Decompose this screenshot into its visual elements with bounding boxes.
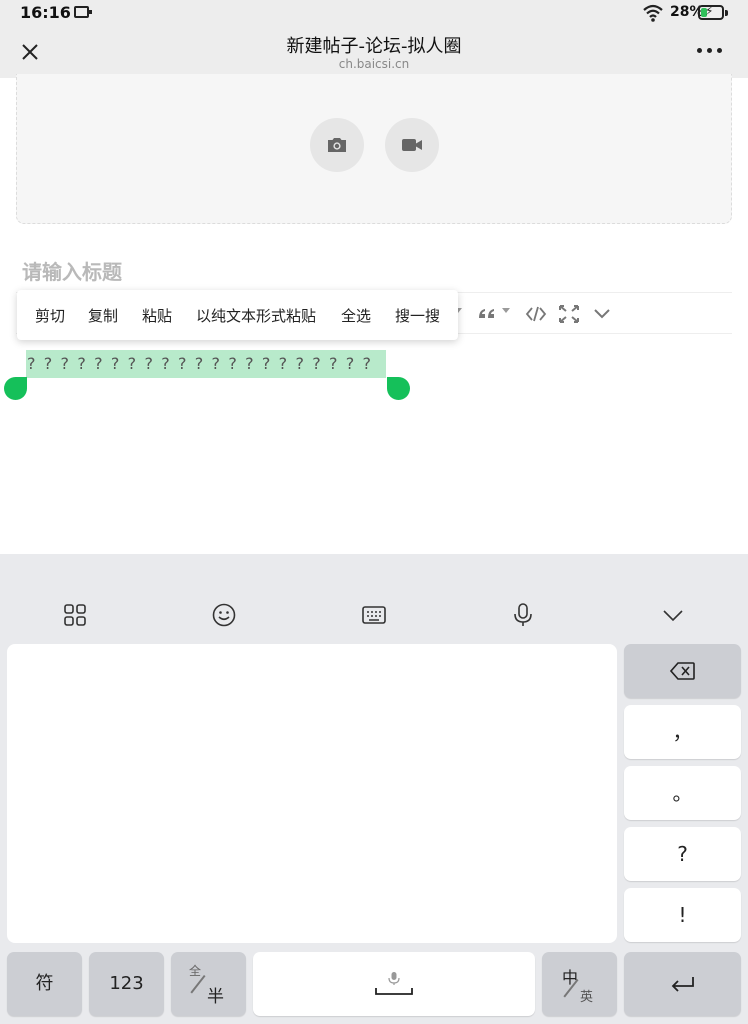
menu-item-cut[interactable]: 剪切: [35, 305, 65, 326]
camera-icon: [328, 138, 346, 152]
emoji-icon[interactable]: [211, 602, 237, 628]
chevron-down-icon[interactable]: [660, 602, 686, 628]
backspace-key[interactable]: [624, 644, 741, 698]
more-icon[interactable]: [697, 48, 723, 56]
grid-icon[interactable]: [62, 602, 88, 628]
menu-item-paste[interactable]: 粘贴: [142, 305, 172, 326]
wifi-icon: [643, 4, 663, 22]
chinese-label: 中: [562, 968, 579, 987]
dropdown-caret-icon[interactable]: [502, 308, 510, 313]
backspace-icon: [670, 662, 695, 680]
page-title: 新建帖子-论坛-拟人圈: [286, 36, 462, 57]
menu-item-paste-plain[interactable]: 以纯文本形式粘贴: [196, 305, 316, 326]
battery-cap: [725, 10, 728, 16]
enter-key[interactable]: [624, 952, 741, 1016]
selected-text[interactable]: ? ? ? ? ? ? ? ? ? ? ? ? ? ? ? ? ? ? ? ? …: [26, 350, 386, 378]
full-width-label: 全: [189, 964, 202, 978]
charging-icon: ⚡: [705, 5, 714, 18]
title-input[interactable]: 请输入标题: [22, 256, 122, 285]
comma-key[interactable]: ，: [624, 705, 741, 759]
media-upload-area: [16, 74, 732, 224]
status-time: 16:16: [20, 3, 71, 22]
keyboard: ， 。 ? ! 符 123 全 半 中 英: [0, 554, 748, 1024]
period-key[interactable]: 。: [624, 766, 741, 820]
english-label: 英: [580, 990, 594, 1005]
handwriting-pad[interactable]: [7, 644, 617, 943]
keyboard-icon[interactable]: [361, 602, 387, 628]
add-photo-button[interactable]: [310, 118, 364, 172]
code-icon[interactable]: [525, 304, 547, 324]
language-switch-key[interactable]: 中 英: [542, 952, 617, 1016]
space-mic-icon: [375, 972, 413, 995]
enter-icon: [671, 977, 694, 992]
status-bar: 16:16 28% ⚡: [0, 0, 748, 26]
context-menu: 剪切 复制 粘贴 以纯文本形式粘贴 全选 搜一搜: [17, 290, 458, 340]
exclamation-key[interactable]: !: [624, 888, 741, 942]
page-url: ch.baicsi.cn: [338, 57, 410, 71]
menu-item-copy[interactable]: 复制: [88, 305, 118, 326]
selection-handle-end[interactable]: [387, 377, 410, 400]
quote-icon[interactable]: [477, 304, 497, 324]
chevron-down-icon[interactable]: [592, 304, 612, 324]
add-video-button[interactable]: [385, 118, 439, 172]
numbers-key[interactable]: 123: [89, 952, 164, 1016]
nav-bar: 新建帖子-论坛-拟人圈 ch.baicsi.cn: [0, 26, 748, 78]
menu-item-search[interactable]: 搜一搜: [395, 305, 440, 326]
menu-item-select-all[interactable]: 全选: [341, 305, 371, 326]
microphone-icon[interactable]: [510, 602, 536, 628]
video-camera-icon: [402, 139, 422, 151]
symbol-key[interactable]: 符: [7, 952, 82, 1016]
full-half-width-key[interactable]: 全 半: [171, 952, 246, 1016]
keyboard-toolbar: [0, 587, 748, 643]
space-key[interactable]: [253, 952, 535, 1016]
question-key[interactable]: ?: [624, 827, 741, 881]
battery-icon: ⚡: [698, 5, 724, 20]
fullscreen-icon[interactable]: [558, 304, 580, 324]
notification-icon: [74, 6, 92, 18]
half-width-label: 半: [207, 987, 224, 1007]
selection-handle-start[interactable]: [4, 377, 27, 400]
